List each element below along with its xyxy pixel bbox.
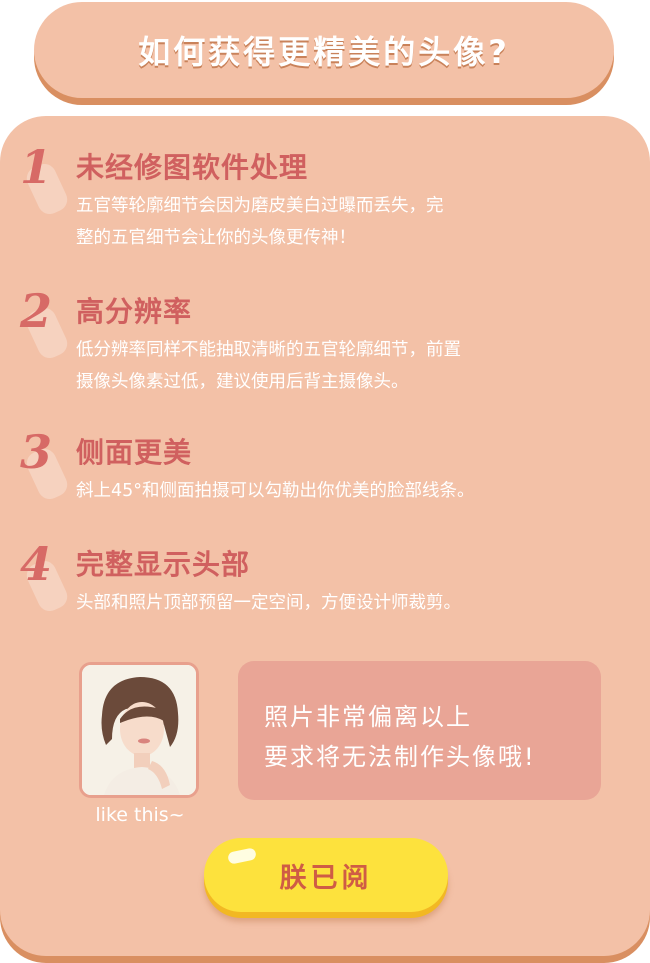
tip-heading: 高分辨率 <box>76 295 193 328</box>
tip-text: 头部和照片顶部预留一定空间，方便设计师裁剪。 <box>76 593 461 613</box>
title-banner: 如何获得更精美的头像? <box>34 2 614 98</box>
tip-heading: 完整显示头部 <box>76 548 251 581</box>
tip-number: 3 <box>20 425 53 479</box>
confirm-button-label: 朕已阅 <box>279 862 373 894</box>
confirm-button[interactable]: 朕已阅 <box>204 838 448 912</box>
tip-number: 2 <box>20 284 53 338</box>
tips-card: 1 未经修图软件处理 五官等轮廓细节会因为磨皮美白过曝而丢失，完 整的五官细节会… <box>0 116 650 956</box>
example-caption: like this~ <box>95 804 185 826</box>
tip-number: 1 <box>20 140 53 194</box>
button-gloss <box>227 847 257 865</box>
warning-line-1: 照片非常偏离以上 <box>264 703 472 731</box>
warning-note: 照片非常偏离以上 要求将无法制作头像哦! <box>238 661 601 800</box>
tip-text: 低分辨率同样不能抽取清晰的五官轮廓细节，前置 摄像头像素过低，建议使用后背主摄像… <box>76 340 461 392</box>
tip-heading: 未经修图软件处理 <box>76 151 309 184</box>
example-photo <box>79 662 199 798</box>
tip-number: 4 <box>20 537 53 591</box>
portrait-image <box>82 665 196 795</box>
tip-text: 斜上45°和侧面拍摄可以勾勒出你优美的脸部线条。 <box>76 481 475 501</box>
tip-heading: 侧面更美 <box>76 436 193 469</box>
tip-text: 五官等轮廓细节会因为磨皮美白过曝而丢失，完 整的五官细节会让你的头像更传神！ <box>76 196 444 248</box>
warning-line-2: 要求将无法制作头像哦! <box>264 743 536 771</box>
page-title: 如何获得更精美的头像? <box>138 33 510 71</box>
